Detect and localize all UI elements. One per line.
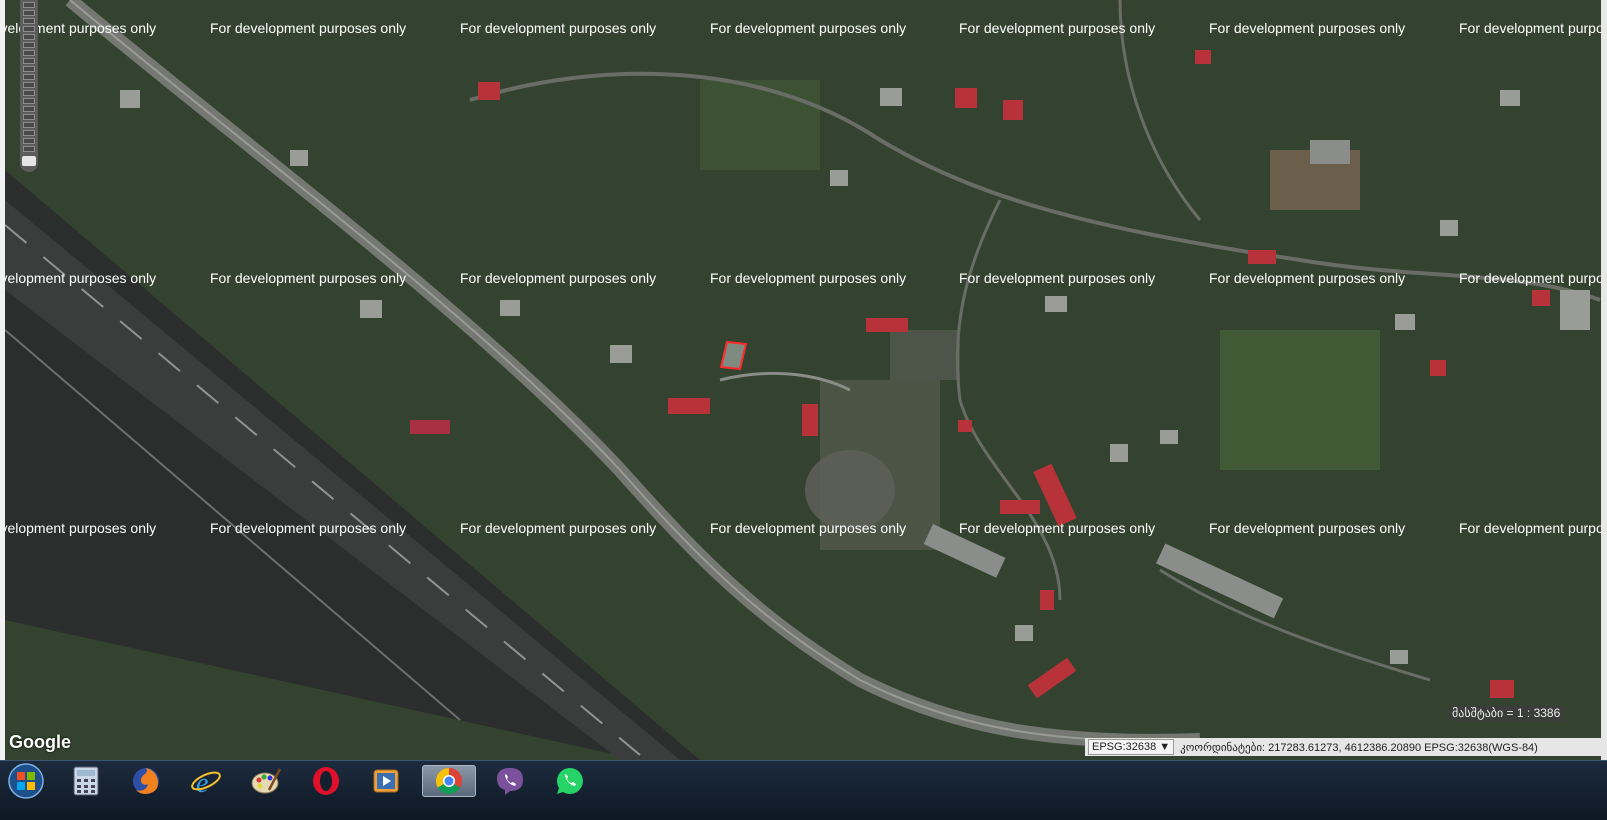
coordinates-readout: კოორდინატები: 217283.61273, 4612386.2089…	[1180, 741, 1538, 754]
satellite-imagery	[0, 0, 1607, 760]
whatsapp-icon[interactable]	[546, 765, 594, 797]
internet-explorer-icon[interactable]: e	[182, 765, 230, 797]
windows-start-icon[interactable]	[2, 763, 50, 799]
epsg-selected-value: EPSG:32638	[1092, 741, 1157, 753]
chevron-down-icon: ▼	[1159, 741, 1171, 753]
svg-text:e: e	[196, 768, 208, 796]
paint-icon[interactable]	[242, 765, 290, 797]
google-logo: Google	[9, 732, 71, 752]
map-scale: მასშტაბი = 1 : 3386	[1448, 705, 1565, 721]
chrome-icon[interactable]	[422, 765, 476, 797]
media-player-icon[interactable]	[362, 765, 410, 797]
firefox-icon[interactable]	[122, 765, 170, 797]
opera-icon[interactable]	[302, 765, 350, 797]
left-border	[0, 0, 5, 760]
zoom-slider-handle[interactable]	[22, 156, 36, 166]
viber-icon[interactable]	[486, 765, 534, 797]
zoom-slider[interactable]	[20, 0, 38, 172]
windows-taskbar: e	[0, 760, 1607, 820]
satellite-map[interactable]: For development purposes only For develo…	[0, 0, 1607, 760]
calculator-icon[interactable]	[62, 765, 110, 797]
right-border	[1601, 0, 1607, 760]
map-status-bar: EPSG:32638 ▼ კოორდინატები: 217283.61273,…	[1085, 738, 1607, 756]
epsg-select[interactable]: EPSG:32638 ▼	[1088, 739, 1175, 755]
